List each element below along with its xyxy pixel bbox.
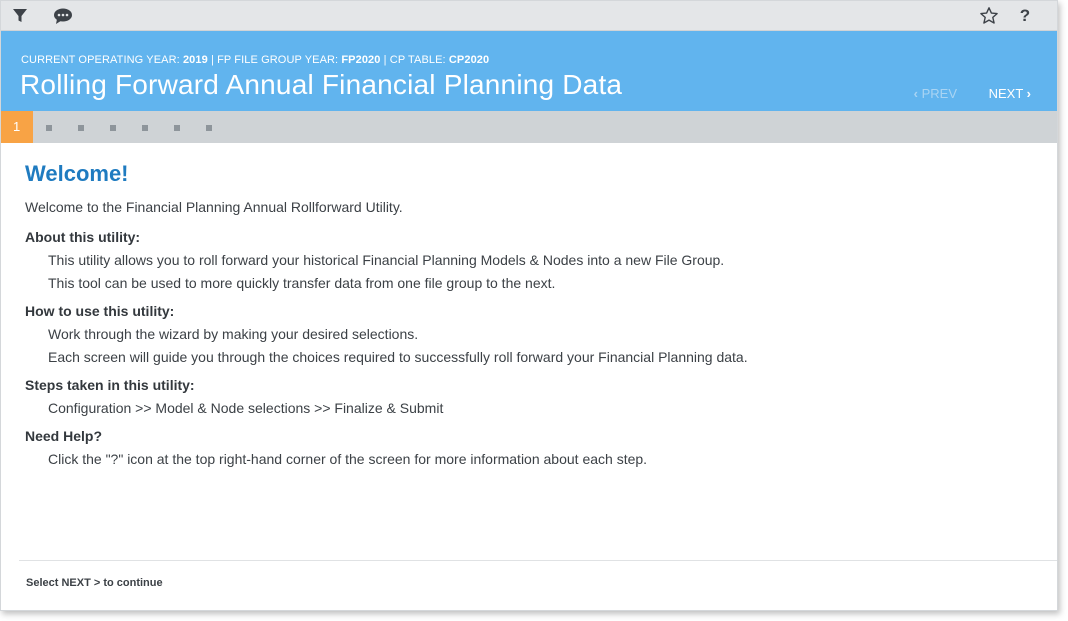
fp-group-value: FP2020 — [341, 54, 381, 66]
separator: | — [383, 54, 387, 66]
footer-divider — [19, 560, 1057, 561]
separator: | — [210, 54, 214, 66]
section-line: This tool can be used to more quickly tr… — [48, 275, 556, 291]
footer-instruction: Select NEXT > to continue — [26, 577, 163, 589]
section-title: How to use this utility: — [25, 303, 175, 319]
section-title: Need Help? — [25, 428, 103, 444]
page-title: Rolling Forward Annual Financial Plannin… — [20, 69, 623, 100]
step-4[interactable] — [110, 125, 116, 131]
step-3[interactable] — [78, 125, 84, 131]
cp-table-label: CP TABLE: — [389, 54, 446, 66]
step-6[interactable] — [174, 125, 180, 131]
comment-icon[interactable] — [52, 7, 72, 25]
prev-button[interactable]: ‹ PREV — [914, 86, 957, 101]
prev-label: PREV — [921, 86, 957, 101]
section-line: This utility allows you to roll forward … — [48, 252, 725, 268]
section-help: Need Help? Click the "?" icon at the top… — [25, 428, 1025, 467]
help-icon[interactable]: ? — [1017, 6, 1033, 26]
section-line: Each screen will guide you through the c… — [48, 349, 748, 365]
wizard-header: CURRENT OPERATING YEAR: 2019 | FP FILE G… — [1, 31, 1057, 111]
welcome-heading: Welcome! — [25, 161, 129, 186]
section-line: Configuration >> Model & Node selections… — [48, 400, 444, 416]
step-7[interactable] — [206, 125, 212, 131]
context-line: CURRENT OPERATING YEAR: 2019 | FP FILE G… — [21, 54, 489, 66]
intro-text: Welcome to the Financial Planning Annual… — [25, 199, 403, 215]
chevron-right-icon: › — [1026, 86, 1031, 101]
current-year-value: 2019 — [182, 54, 208, 66]
step-5[interactable] — [142, 125, 148, 131]
fp-group-label: FP FILE GROUP YEAR: — [217, 54, 339, 66]
welcome-content: Welcome! Welcome to the Financial Planni… — [25, 161, 1025, 479]
section-title: About this utility: — [25, 229, 141, 245]
star-icon[interactable] — [979, 6, 999, 24]
cp-table-value: CP2020 — [448, 54, 490, 66]
section-how-to: How to use this utility: Work through th… — [25, 303, 1025, 365]
section-line: Click the "?" icon at the top right-hand… — [48, 451, 648, 467]
filter-icon[interactable] — [10, 7, 30, 25]
section-title: Steps taken in this utility: — [25, 377, 195, 393]
step-indicator: 1 — [1, 111, 1057, 143]
wizard-window: ? CURRENT OPERATING YEAR: 2019 | FP FILE… — [0, 0, 1058, 611]
section-line: Work through the wizard by making your d… — [48, 326, 419, 342]
chevron-left-icon: ‹ — [913, 86, 918, 101]
top-toolbar: ? — [1, 1, 1057, 31]
section-steps: Steps taken in this utility: Configurati… — [25, 377, 1025, 416]
step-1[interactable]: 1 — [1, 111, 33, 143]
next-button[interactable]: NEXT › — [989, 86, 1031, 101]
next-label: NEXT — [988, 86, 1024, 101]
step-2[interactable] — [46, 125, 52, 131]
section-about: About this utility: This utility allows … — [25, 229, 1025, 291]
current-year-label: CURRENT OPERATING YEAR: — [21, 54, 180, 66]
